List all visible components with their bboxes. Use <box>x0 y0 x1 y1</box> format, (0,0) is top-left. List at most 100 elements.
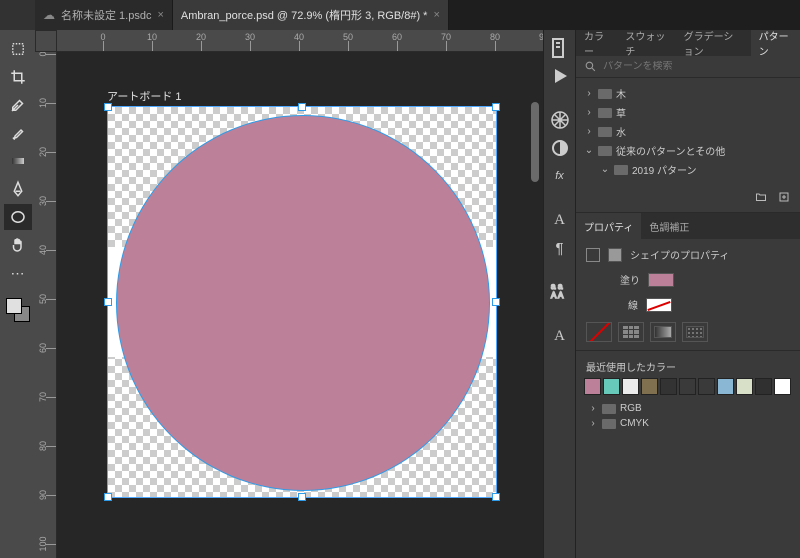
folder-wood[interactable]: ›木 <box>580 84 796 103</box>
fx-icon[interactable]: fx <box>548 164 572 188</box>
navigator-icon[interactable] <box>548 36 572 60</box>
wheel-icon[interactable] <box>548 108 572 132</box>
mode-cmyk[interactable]: ›CMYK <box>584 416 792 431</box>
recent-color-cell[interactable] <box>698 378 715 395</box>
color-swatches[interactable] <box>4 294 32 326</box>
recent-color-cell[interactable] <box>660 378 677 395</box>
recent-color-cell[interactable] <box>584 378 601 395</box>
folder-icon <box>598 89 612 99</box>
folder-legacy[interactable]: ⌄従来のパターンとその他 <box>580 141 796 160</box>
handle[interactable] <box>492 298 500 306</box>
glyphs-icon[interactable]: aaAA <box>548 280 572 304</box>
tab-ambran[interactable]: Ambran_porce.psd @ 72.9% (楕円形 3, RGB/8#)… <box>173 0 449 30</box>
close-icon[interactable]: × <box>157 9 163 21</box>
recent-color-cell[interactable] <box>679 378 696 395</box>
new-item-icon[interactable] <box>778 191 790 206</box>
bounds-icon <box>586 248 600 262</box>
panel-tabs-properties: プロパティ 色調補正 <box>576 213 800 239</box>
handle[interactable] <box>492 493 500 501</box>
cloud-icon: ☁ <box>43 8 55 22</box>
folder-icon <box>598 127 612 137</box>
handle[interactable] <box>104 493 112 501</box>
vertical-scrollbar[interactable] <box>531 102 539 182</box>
mode-rgb[interactable]: ›RGB <box>584 401 792 416</box>
recent-color-cell[interactable] <box>622 378 639 395</box>
handle[interactable] <box>298 103 306 111</box>
foreground-swatch[interactable] <box>6 298 22 314</box>
right-panel: カラー スウォッチ グラデーション パターン ›木 ›草 ›水 ⌄従来のパターン… <box>575 30 800 558</box>
new-folder-icon[interactable] <box>754 191 768 206</box>
crop-tool[interactable] <box>4 64 32 90</box>
gradient-tool[interactable] <box>4 148 32 174</box>
fill-swatch[interactable] <box>648 273 674 287</box>
pen-tool[interactable] <box>4 176 32 202</box>
fill-none-button[interactable] <box>586 322 612 342</box>
recent-color-cell[interactable] <box>774 378 791 395</box>
ruler-origin[interactable] <box>35 30 57 52</box>
search-input[interactable] <box>603 61 792 72</box>
tab-color[interactable]: カラー <box>576 30 617 56</box>
artboard-tool[interactable] <box>4 36 32 62</box>
pattern-tree: ›木 ›草 ›水 ⌄従来のパターンとその他 ⌄2019 パターン <box>576 78 800 185</box>
type-icon[interactable]: A <box>548 208 572 232</box>
shape-properties-header: シェイプのプロパティ <box>586 247 790 262</box>
ellipse-shape[interactable] <box>116 115 490 491</box>
recent-color-cell[interactable] <box>755 378 772 395</box>
folder-icon <box>598 146 612 156</box>
recent-color-cell[interactable] <box>603 378 620 395</box>
handle[interactable] <box>104 298 112 306</box>
artboard-label[interactable]: アートボード 1 <box>107 88 182 104</box>
handle[interactable] <box>492 103 500 111</box>
fill-gradient-button[interactable] <box>650 322 676 342</box>
tools-panel: ⋯ <box>0 30 35 558</box>
ruler-horizontal[interactable]: 0102030405060708090 <box>57 30 543 52</box>
hand-tool[interactable] <box>4 232 32 258</box>
svg-text:A: A <box>558 291 564 300</box>
fill-row: 塗り <box>586 272 790 287</box>
tab-patterns[interactable]: パターン <box>751 30 800 56</box>
svg-text:a: a <box>551 282 556 291</box>
collapsed-panels-dock: fx A ¶ aaAA A <box>543 30 575 558</box>
tab-swatches[interactable]: スウォッチ <box>617 30 675 56</box>
fill-solid-button[interactable] <box>618 322 644 342</box>
options-icon[interactable]: ⋯ <box>4 260 32 286</box>
play-icon[interactable] <box>548 64 572 88</box>
recent-color-cell[interactable] <box>717 378 734 395</box>
folder-water[interactable]: ›水 <box>580 122 796 141</box>
folder-2019[interactable]: ⌄2019 パターン <box>580 160 796 179</box>
fill-pattern-button[interactable] <box>682 322 708 342</box>
tab-untitled[interactable]: ☁ 名称未設定 1.psdc × <box>35 0 173 30</box>
recent-colors-grid <box>576 378 800 395</box>
brush-tool[interactable] <box>4 120 32 146</box>
eyedropper-tool[interactable] <box>4 92 32 118</box>
folder-icon <box>602 419 616 429</box>
shape-icon <box>608 248 622 262</box>
ellipse-tool[interactable] <box>4 204 32 230</box>
folder-icon <box>614 165 628 175</box>
adjustments-icon[interactable] <box>548 136 572 160</box>
svg-text:a: a <box>558 282 563 291</box>
folder-grass[interactable]: ›草 <box>580 103 796 122</box>
recent-colors-label: 最近使用したカラー <box>576 350 800 378</box>
fill-mode-buttons <box>586 322 790 342</box>
tab-adjustments[interactable]: 色調補正 <box>641 213 697 239</box>
ruler-vertical[interactable]: 0102030405060708090100 <box>35 52 57 558</box>
handle[interactable] <box>298 493 306 501</box>
tab-properties[interactable]: プロパティ <box>576 213 641 239</box>
glyph-a-icon[interactable]: A <box>548 324 572 348</box>
pattern-search <box>576 56 800 78</box>
paragraph-icon[interactable]: ¶ <box>548 236 572 260</box>
artboard[interactable] <box>107 106 497 498</box>
search-icon <box>584 60 597 73</box>
svg-text:A: A <box>551 291 557 300</box>
stroke-row: 線 <box>586 297 790 312</box>
close-icon[interactable]: × <box>433 9 439 21</box>
document-tabs: ☁ 名称未設定 1.psdc × Ambran_porce.psd @ 72.9… <box>35 0 800 30</box>
handle[interactable] <box>104 103 112 111</box>
canvas-area[interactable]: アートボード 1 <box>57 52 543 558</box>
stroke-swatch[interactable] <box>646 298 672 312</box>
panel-tabs-color: カラー スウォッチ グラデーション パターン <box>576 30 800 56</box>
tab-gradients[interactable]: グラデーション <box>676 30 751 56</box>
recent-color-cell[interactable] <box>641 378 658 395</box>
recent-color-cell[interactable] <box>736 378 753 395</box>
